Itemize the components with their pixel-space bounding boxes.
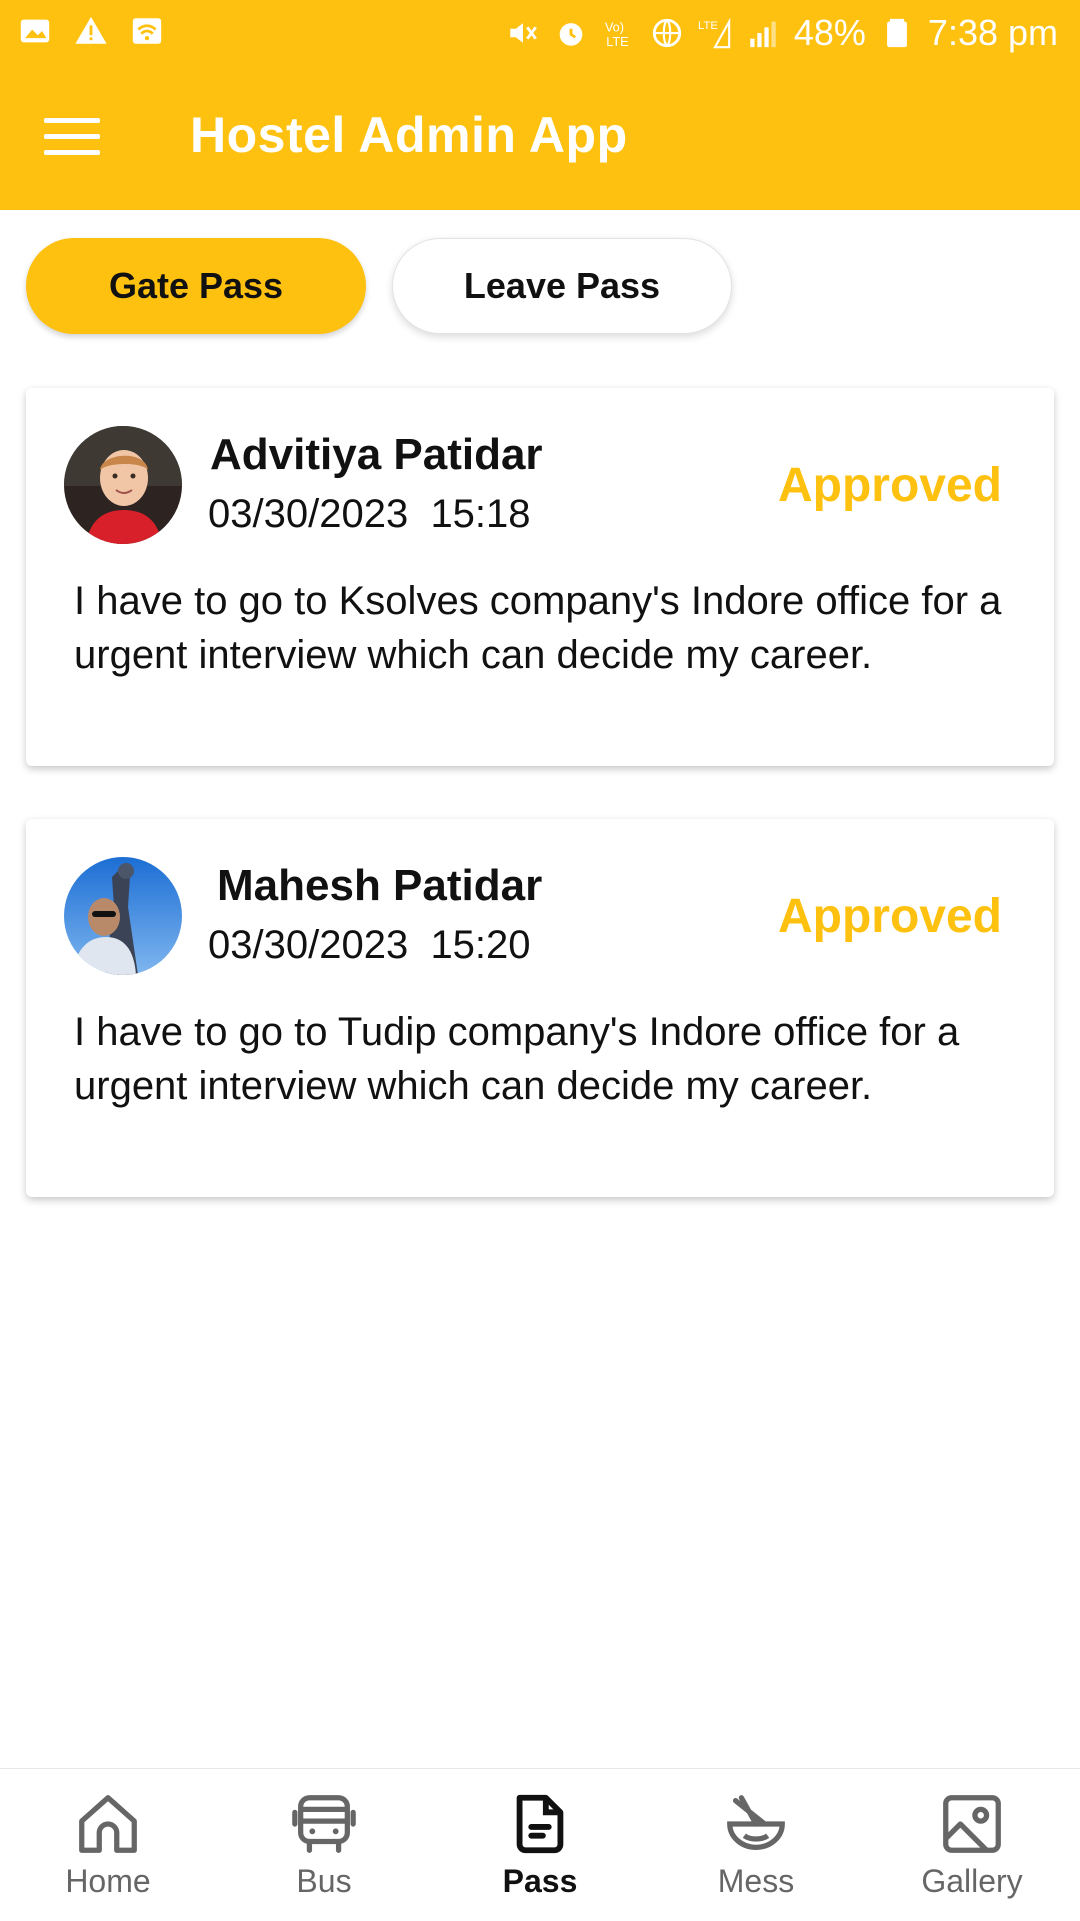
student-name: Mahesh Patidar [217,861,543,910]
tab-gate-pass[interactable]: Gate Pass [26,238,366,334]
nav-mess[interactable]: Mess [648,1769,864,1921]
status-right-icons: Vo) LTE LTE 48% 7:38 pm [506,12,1058,54]
app-title: Hostel Admin App [190,107,628,163]
pass-card[interactable]: Mahesh Patidar 03/30/2023 15:20 Approved… [26,819,1054,1197]
image-icon [943,1795,1001,1853]
pass-reason: I have to go to Ksolves company's Indore… [74,579,1002,677]
nav-label: Gallery [921,1863,1023,1899]
signal-icon [750,21,776,48]
pass-date: 03/30/2023 [208,492,409,536]
volte-icon: Vo)LTE [605,20,629,49]
status-left-icons [18,14,164,48]
pass-datetime: 03/30/2023 15:20 [208,923,531,968]
status-time: 7:38 pm [927,12,1058,53]
nav-home[interactable]: Home [0,1769,216,1921]
mute-icon [510,23,537,43]
status-bar: Vo) LTE LTE 48% 7:38 pm [0,0,1080,66]
gallery-icon [20,19,50,43]
alarm-icon [559,23,583,46]
document-icon [516,1794,564,1854]
pass-date: 03/30/2023 [208,923,409,967]
bowl-icon [727,1795,785,1850]
pass-tabs: Gate Pass Leave Pass [26,238,732,334]
student-name: Advitiya Patidar [210,430,543,479]
lte-signal-icon: LTE [698,17,731,49]
nav-label: Pass [502,1863,578,1899]
avatar [64,857,182,975]
data-icon [652,18,682,48]
bus-icon [292,1795,356,1853]
battery-percent: 48% [793,12,866,53]
bottom-nav: Home Bus Pass Mess Gallery [0,1768,1080,1921]
nav-label: Mess [717,1863,795,1899]
pass-datetime: 03/30/2023 15:18 [208,492,531,537]
pass-time: 15:20 [430,923,531,967]
avatar [64,426,182,544]
nav-label: Home [65,1863,151,1899]
battery-icon [887,18,907,48]
nav-gallery[interactable]: Gallery [864,1769,1080,1921]
nav-bus[interactable]: Bus [216,1769,432,1921]
tab-leave-pass[interactable]: Leave Pass [392,238,732,334]
svg-text:LTE: LTE [606,34,628,49]
pass-time: 15:18 [430,492,531,536]
svg-text:Vo): Vo) [605,20,624,35]
status-badge: Approved [777,459,1002,512]
menu-icon[interactable] [44,118,100,158]
status-badge: Approved [777,890,1002,943]
home-icon [79,1795,137,1853]
nav-pass[interactable]: Pass [432,1769,648,1921]
pass-reason: I have to go to Tudip company's Indore o… [74,1010,960,1108]
nav-label: Bus [296,1863,352,1899]
app-bar: Hostel Admin App [0,66,1080,210]
wifi-icon [132,18,162,44]
svg-text:LTE: LTE [698,20,718,32]
pass-card[interactable]: Advitiya Patidar 03/30/2023 15:18 Approv… [26,388,1054,766]
warning-icon [75,16,107,44]
